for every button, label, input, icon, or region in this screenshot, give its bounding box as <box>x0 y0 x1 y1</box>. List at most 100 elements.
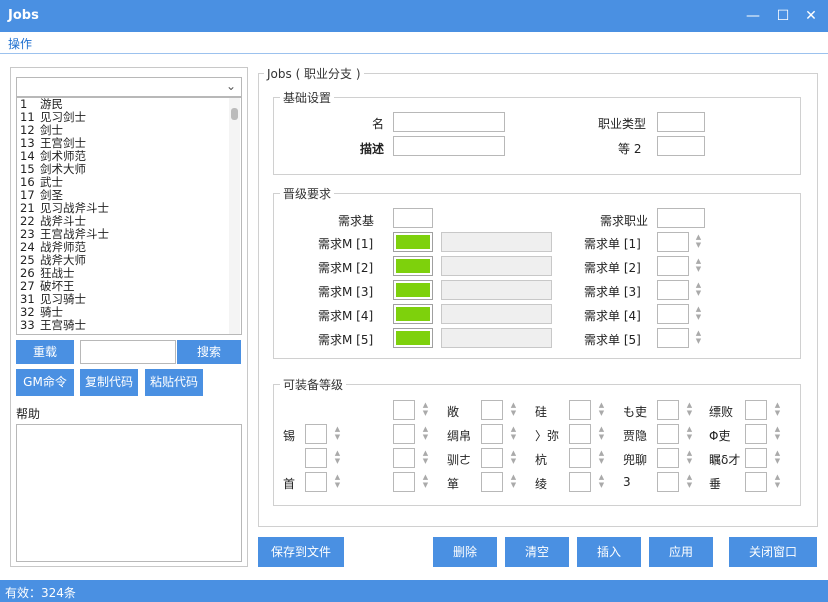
reload-button[interactable]: 重载 <box>16 340 74 364</box>
equip-input-5-3[interactable] <box>745 472 767 492</box>
delete-button[interactable]: 删除 <box>433 537 497 567</box>
desc-input[interactable] <box>393 136 505 156</box>
apply-button[interactable]: 应用 <box>649 537 713 567</box>
equip-input-4-0[interactable] <box>657 400 679 420</box>
equip-spinner-5-2[interactable]: ▲ ▼ <box>773 449 782 467</box>
list-item[interactable]: 33 王宫骑士 <box>17 319 241 332</box>
need-item-color-5[interactable] <box>393 328 433 348</box>
paste-code-button[interactable]: 粘贴代码 <box>145 369 203 396</box>
equip-input-4-1[interactable] <box>657 424 679 444</box>
need-single-input-4[interactable] <box>657 304 689 324</box>
job-name: 剑术大师 <box>40 162 86 176</box>
equip-spinner-2-3[interactable]: ▲ ▼ <box>509 473 518 491</box>
need-item-color-2[interactable] <box>393 256 433 276</box>
need-single-label-5: 需求单 [5] <box>584 333 641 347</box>
equip-input-4-3[interactable] <box>657 472 679 492</box>
equip-input-1-2[interactable] <box>393 448 415 468</box>
equip-spinner-3-0[interactable]: ▲ ▼ <box>597 401 606 419</box>
equip-spinner-5-1[interactable]: ▲ ▼ <box>773 425 782 443</box>
equip-label-c2-0: 硅 <box>535 405 548 419</box>
equip-spinner-4-0[interactable]: ▲ ▼ <box>685 401 694 419</box>
menu-ops[interactable]: 操作 <box>8 35 32 52</box>
minimize-button[interactable]: — <box>742 6 764 26</box>
equip-spinner-3-3[interactable]: ▲ ▼ <box>597 473 606 491</box>
need-single-spinner-4[interactable]: ▲ ▼ <box>694 305 703 323</box>
equip-spinner-1-1[interactable]: ▲ ▼ <box>421 425 430 443</box>
equip-input-5-1[interactable] <box>745 424 767 444</box>
job-combo[interactable]: ⌄ <box>16 77 242 97</box>
equip-spinner-3-2[interactable]: ▲ ▼ <box>597 449 606 467</box>
equip-input-2-0[interactable] <box>481 400 503 420</box>
need-item-color-1[interactable] <box>393 232 433 252</box>
need-item-color-4[interactable] <box>393 304 433 324</box>
equip-input-3-3[interactable] <box>569 472 591 492</box>
copy-code-button[interactable]: 复制代码 <box>80 369 138 396</box>
equip-spinner-0-2[interactable]: ▲ ▼ <box>333 449 342 467</box>
base-input[interactable] <box>393 208 433 228</box>
close-window-button[interactable]: 关闭窗口 <box>729 537 817 567</box>
equip-input-3-1[interactable] <box>569 424 591 444</box>
equip-input-1-0[interactable] <box>393 400 415 420</box>
clear-button[interactable]: 清空 <box>505 537 569 567</box>
equip-input-3-0[interactable] <box>569 400 591 420</box>
search-input[interactable] <box>80 340 176 364</box>
equip-spinner-1-2[interactable]: ▲ ▼ <box>421 449 430 467</box>
equip-label-c0-3: 首 <box>283 477 296 491</box>
equip-spinner-5-3[interactable]: ▲ ▼ <box>773 473 782 491</box>
equip-spinner-2-2[interactable]: ▲ ▼ <box>509 449 518 467</box>
list-scrollbar[interactable] <box>229 98 240 334</box>
need-single-spinner-2[interactable]: ▲ ▼ <box>694 257 703 275</box>
search-button[interactable]: 搜索 <box>177 340 241 364</box>
equip-input-1-3[interactable] <box>393 472 415 492</box>
maximize-button[interactable]: ☐ <box>772 6 794 26</box>
equip-spinner-0-1[interactable]: ▲ ▼ <box>333 425 342 443</box>
job-list[interactable]: 1 游民 11 见习剑士 12 剑士 13 王宫剑士 14 剑术师范 15 剑术大师 16 武士 17 剑圣 2… <box>16 97 242 335</box>
insert-button[interactable]: 插入 <box>577 537 641 567</box>
need-single-input-1[interactable] <box>657 232 689 252</box>
equip-spinner-4-1[interactable]: ▲ ▼ <box>685 425 694 443</box>
equip-input-1-1[interactable] <box>393 424 415 444</box>
equip-spinner-2-0[interactable]: ▲ ▼ <box>509 401 518 419</box>
equip-spinner-1-3[interactable]: ▲ ▼ <box>421 473 430 491</box>
equip-input-0-2[interactable] <box>305 448 327 468</box>
equip-spinner-1-0[interactable]: ▲ ▼ <box>421 401 430 419</box>
need-item-label-2: 需求M [2] <box>318 261 374 275</box>
scroll-thumb[interactable] <box>231 108 238 120</box>
need-single-input-2[interactable] <box>657 256 689 276</box>
need-single-input-5[interactable] <box>657 328 689 348</box>
equip-spinner-2-1[interactable]: ▲ ▼ <box>509 425 518 443</box>
need-single-input-3[interactable] <box>657 280 689 300</box>
equip-spinner-4-2[interactable]: ▲ ▼ <box>685 449 694 467</box>
equip-input-2-3[interactable] <box>481 472 503 492</box>
need-single-spinner-1[interactable]: ▲ ▼ <box>694 233 703 251</box>
equip-input-0-1[interactable] <box>305 424 327 444</box>
equip-spinner-5-0[interactable]: ▲ ▼ <box>773 401 782 419</box>
equip-input-2-2[interactable] <box>481 448 503 468</box>
need-single-spinner-5[interactable]: ▲ ▼ <box>694 329 703 347</box>
notes-textarea[interactable] <box>16 424 242 562</box>
equip-input-5-2[interactable] <box>745 448 767 468</box>
base-job-input[interactable] <box>657 208 705 228</box>
equip-label-c2-3: 绫 <box>535 477 548 491</box>
equip-group-title: 可装备等级 <box>280 376 347 393</box>
equip-input-5-0[interactable] <box>745 400 767 420</box>
equip-input-0-3[interactable] <box>305 472 327 492</box>
close-button[interactable]: ✕ <box>800 6 822 26</box>
equip-spinner-4-3[interactable]: ▲ ▼ <box>685 473 694 491</box>
need-item-bar-1 <box>441 232 552 252</box>
tier-input[interactable] <box>657 136 705 156</box>
equip-spinner-0-3[interactable]: ▲ ▼ <box>333 473 342 491</box>
equip-input-3-2[interactable] <box>569 448 591 468</box>
equip-input-2-1[interactable] <box>481 424 503 444</box>
chevron-down-icon: ⌄ <box>225 79 236 93</box>
gm-command-button[interactable]: GM命令 <box>16 369 74 396</box>
save-to-file-button[interactable]: 保存到文件 <box>258 537 344 567</box>
type-input[interactable] <box>657 112 705 132</box>
job-name: 战斧大师 <box>40 253 86 267</box>
equip-spinner-3-1[interactable]: ▲ ▼ <box>597 425 606 443</box>
need-item-color-3[interactable] <box>393 280 433 300</box>
equip-label-c3-0: も吏 <box>623 405 648 419</box>
equip-input-4-2[interactable] <box>657 448 679 468</box>
name-input[interactable] <box>393 112 505 132</box>
need-single-spinner-3[interactable]: ▲ ▼ <box>694 281 703 299</box>
